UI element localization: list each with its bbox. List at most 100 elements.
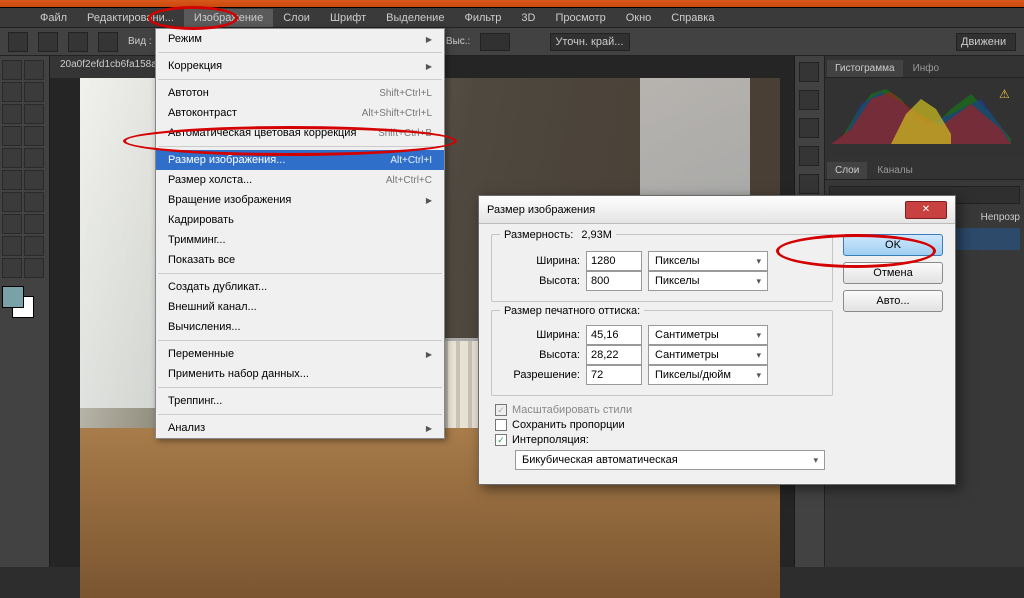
zoom-tool-icon[interactable] — [24, 258, 44, 278]
image-size-dialog: Размер изображения ✕ Размерность: 2,93M … — [478, 195, 956, 485]
height-field[interactable] — [480, 33, 510, 51]
tab-layers[interactable]: Слои — [827, 162, 867, 179]
interpolation-dropdown[interactable]: Бикубическая автоматическая — [515, 450, 825, 470]
menu-item-rotation[interactable]: Вращение изображения — [156, 190, 444, 210]
menu-select[interactable]: Выделение — [376, 9, 454, 27]
tool-palette — [0, 56, 50, 567]
menu-item-calculations[interactable]: Вычисления... — [156, 317, 444, 337]
histogram-panel-tabs: Гистограмма Инфо — [825, 56, 1024, 78]
menu-item-autocolor[interactable]: Автоматическая цветовая коррекцияShift+C… — [156, 123, 444, 143]
lasso-tool-icon[interactable] — [2, 82, 22, 102]
resolution-unit[interactable]: Пикселы/дюйм — [648, 365, 768, 385]
refine-edge-button[interactable]: Уточн. край... — [550, 33, 630, 51]
auto-button[interactable]: Авто... — [843, 290, 943, 312]
menu-item-analysis[interactable]: Анализ — [156, 418, 444, 438]
menu-item-autocontrast[interactable]: АвтоконтрастAlt+Shift+Ctrl+L — [156, 103, 444, 123]
dodge-tool-icon[interactable] — [24, 192, 44, 212]
shape-tool-icon[interactable] — [24, 236, 44, 256]
svg-text:⚠: ⚠ — [999, 87, 1010, 101]
print-height-label: Высота: — [502, 349, 580, 361]
tab-histogram[interactable]: Гистограмма — [827, 60, 903, 77]
dock-actions-icon[interactable] — [799, 90, 819, 110]
opacity-label: Непрозр — [981, 212, 1020, 223]
menu-item-adjustments[interactable]: Коррекция — [156, 56, 444, 76]
print-height-input[interactable] — [586, 345, 642, 365]
menu-edit[interactable]: Редактировани... — [77, 9, 184, 27]
heal-tool-icon[interactable] — [2, 126, 22, 146]
menu-item-autotone[interactable]: АвтотонShift+Ctrl+L — [156, 83, 444, 103]
menu-filter[interactable]: Фильтр — [454, 9, 511, 27]
height-unit-dropdown[interactable]: Пикселы — [648, 271, 768, 291]
type-tool-icon[interactable] — [24, 214, 44, 234]
tab-channels[interactable]: Каналы — [869, 162, 921, 179]
menu-item-apply-image[interactable]: Внешний канал... — [156, 297, 444, 317]
crop-mode-icon[interactable] — [38, 32, 58, 52]
tool-preset-icon[interactable] — [8, 32, 28, 52]
crop-mode3-icon[interactable] — [98, 32, 118, 52]
tab-info[interactable]: Инфо — [905, 60, 948, 77]
menu-item-reveal[interactable]: Показать все — [156, 250, 444, 270]
dock-history-icon[interactable] — [799, 62, 819, 82]
height-input[interactable] — [586, 271, 642, 291]
width-unit-dropdown[interactable]: Пикселы — [648, 251, 768, 271]
eraser-tool-icon[interactable] — [2, 170, 22, 190]
crop-tool-icon[interactable] — [2, 104, 22, 124]
constrain-checkbox[interactable]: Сохранить пропорции — [495, 419, 833, 431]
marquee-tool-icon[interactable] — [24, 60, 44, 80]
menu-item-variables[interactable]: Переменные — [156, 344, 444, 364]
dialog-close-button[interactable]: ✕ — [905, 201, 947, 219]
menu-item-canvas-size[interactable]: Размер холста...Alt+Ctrl+C — [156, 170, 444, 190]
menu-bar: Файл Редактировани... Изображение Слои Ш… — [0, 8, 1024, 28]
wand-tool-icon[interactable] — [24, 82, 44, 102]
pen-tool-icon[interactable] — [2, 214, 22, 234]
dialog-titlebar[interactable]: Размер изображения ✕ — [479, 196, 955, 224]
menu-help[interactable]: Справка — [661, 9, 724, 27]
menu-item-image-size[interactable]: Размер изображения...Alt+Ctrl+I — [156, 150, 444, 170]
menu-item-duplicate[interactable]: Создать дубликат... — [156, 277, 444, 297]
print-width-unit[interactable]: Сантиметры — [648, 325, 768, 345]
scale-styles-checkbox[interactable]: ✓Масштабировать стили — [495, 404, 833, 416]
histogram-panel: ⚠ — [825, 78, 1024, 158]
histogram-graph: ⚠ — [831, 84, 1011, 144]
menu-item-trap[interactable]: Треппинг... — [156, 391, 444, 411]
cancel-button[interactable]: Отмена — [843, 262, 943, 284]
blur-tool-icon[interactable] — [2, 192, 22, 212]
dock-para-icon[interactable] — [799, 174, 819, 194]
resolution-input[interactable] — [586, 365, 642, 385]
hand-tool-icon[interactable] — [2, 258, 22, 278]
move-tool-icon[interactable] — [2, 60, 22, 80]
history-brush-icon[interactable] — [24, 148, 44, 168]
menu-type[interactable]: Шрифт — [320, 9, 376, 27]
stamp-tool-icon[interactable] — [2, 148, 22, 168]
eyedropper-tool-icon[interactable] — [24, 104, 44, 124]
dock-char-icon[interactable] — [799, 146, 819, 166]
menu-item-trim[interactable]: Тримминг... — [156, 230, 444, 250]
movement-tab[interactable]: Движени — [956, 33, 1016, 51]
brush-tool-icon[interactable] — [24, 126, 44, 146]
path-tool-icon[interactable] — [2, 236, 22, 256]
dim-value: 2,93M — [581, 229, 612, 241]
color-swatches[interactable] — [2, 286, 42, 316]
menu-item-datasets[interactable]: Применить набор данных... — [156, 364, 444, 384]
print-width-input[interactable] — [586, 325, 642, 345]
menu-image[interactable]: Изображение — [184, 9, 273, 27]
menu-item-crop[interactable]: Кадрировать — [156, 210, 444, 230]
menu-item-mode[interactable]: Режим — [156, 29, 444, 49]
menu-window[interactable]: Окно — [616, 9, 662, 27]
print-height-unit[interactable]: Сантиметры — [648, 345, 768, 365]
dim-label: Размерность: — [504, 229, 573, 241]
options-bar: Вид : Шир.: ⇄ Выс.: Уточн. край... Движе… — [0, 28, 1024, 56]
ok-button[interactable]: OK — [843, 234, 943, 256]
crop-mode2-icon[interactable] — [68, 32, 88, 52]
menu-view[interactable]: Просмотр — [545, 9, 615, 27]
menu-file[interactable]: Файл — [30, 9, 77, 27]
width-input[interactable] — [586, 251, 642, 271]
dialog-title: Размер изображения — [487, 204, 595, 216]
height-label: Высота: — [502, 275, 580, 287]
dock-properties-icon[interactable] — [799, 118, 819, 138]
document-size-group: Размер печатного оттиска: Ширина: Сантим… — [491, 310, 833, 396]
menu-3d[interactable]: 3D — [511, 9, 545, 27]
gradient-tool-icon[interactable] — [24, 170, 44, 190]
menu-layers[interactable]: Слои — [273, 9, 320, 27]
resample-checkbox[interactable]: ✓Интерполяция: — [495, 434, 833, 446]
